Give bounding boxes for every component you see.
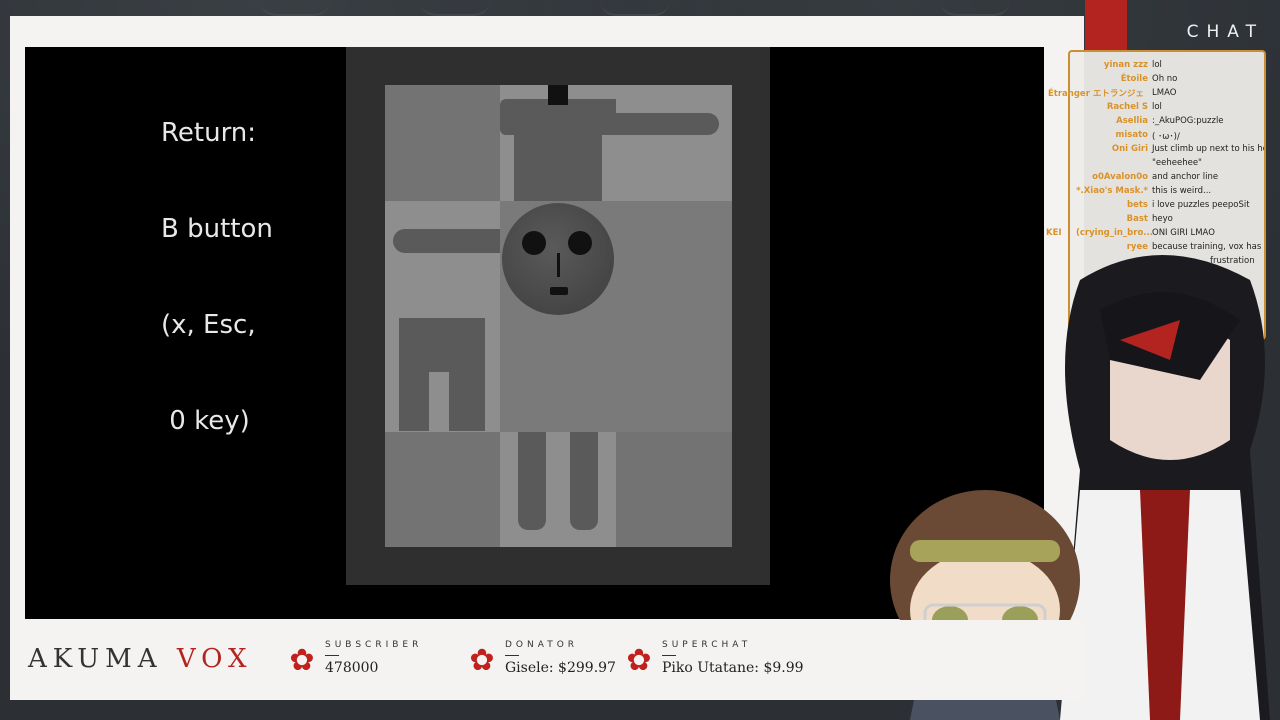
stat-divider [662,655,676,656]
puzzle-tile[interactable] [616,85,732,201]
arm-shape [393,229,500,253]
arm-shape [616,113,719,135]
chat-username: Bast [1126,214,1148,224]
stream-info-bar: AKUMA VOX ✿ SUBSCRIBER 478000 ✿ DONATOR … [10,620,1084,700]
chat-username-overflow: Étranger エトランジェ [1048,89,1144,99]
chat-banner [1085,0,1127,52]
puzzle-tile[interactable] [616,432,732,547]
stat-value: Piko Utatane: $9.99 [662,660,804,676]
stat-value: 478000 [325,660,379,676]
flower-icon: ✿ [626,643,652,678]
puzzle-tile[interactable] [385,316,500,432]
instruction-line: B button [161,214,273,244]
puzzle-tile[interactable] [500,201,616,316]
brand-second: VOX [176,644,253,674]
neck-shape [548,85,568,105]
puzzle-tile[interactable] [500,432,616,547]
stat-divider [505,655,519,656]
puzzle-tile[interactable] [500,85,616,201]
return-instructions: Return: B button (x, Esc, 0 key) [161,53,273,501]
puzzle-tile[interactable] [500,316,616,432]
chat-message: o0Avalon0o and anchor line [1070,172,1264,186]
puzzle-tile[interactable] [616,316,732,432]
chat-message: "eeheehee" [1070,158,1264,172]
chat-username: bets [1127,200,1148,210]
chat-text: lol [1152,102,1162,112]
stat-value: Gisele: $299.97 [505,660,616,676]
puzzle-panel [346,47,770,585]
leg-shape [570,432,598,530]
stat-label: SUPERCHAT [662,640,752,650]
nose-shape [557,253,560,277]
chat-username-overflow: (crying_in_bro... [1076,228,1153,238]
chat-text: i love puzzles peepoSit [1152,200,1250,210]
chat-text: heyo [1152,214,1173,224]
chat-username: Rachel S [1106,102,1148,112]
chat-username: misato [1115,130,1148,140]
chat-message: Rachel S lol [1070,102,1264,116]
chat-username: yinan zzz [1103,60,1148,70]
puzzle-tile[interactable] [616,201,732,316]
stat-divider [325,655,339,656]
instruction-line: (x, Esc, [161,310,256,340]
eye-shape [568,231,592,255]
chat-message: Asellia :_AkuPOG:puzzle [1070,116,1264,130]
chat-text: ( ･ω･)/ [1152,132,1180,142]
chat-text: Oh no [1152,74,1178,84]
eye-shape [522,231,546,255]
stat-label: SUBSCRIBER [325,640,423,650]
chat-message: *.Xiao's Mask.* this is weird... [1070,186,1264,200]
chat-message: Bast heyo [1070,214,1264,228]
chat-text: :_AkuPOG:puzzle [1152,116,1224,126]
puzzle-tile[interactable] [385,432,500,547]
chat-text: "eeheehee" [1152,158,1202,168]
chat-username: Oni Giri [1111,144,1148,154]
chat-username-overflow: KEI [1046,228,1062,238]
stat-label: DONATOR [505,640,579,650]
background-ornament [420,0,490,16]
mouth-shape [550,287,568,295]
chat-message: bets i love puzzles peepoSit [1070,200,1264,214]
chat-text: Just climb up next to his hea [1152,144,1266,154]
chat-username: *.Xiao's Mask.* [1076,186,1148,196]
background-ornament [260,0,330,16]
chat-text: ONI GIRI LMAO [1152,228,1215,238]
puzzle-board [385,85,732,547]
chat-username: o0Avalon0o [1092,172,1148,182]
chat-message: yinan zzz lol [1070,60,1264,74]
chat-username: Étoile [1120,74,1148,84]
chat-message: Étoile Oh no [1070,74,1264,88]
chat-title: CHAT [1186,22,1264,42]
channel-brand: AKUMA VOX [28,644,253,674]
leg-shape [518,432,546,530]
chat-message: misato ( ･ω･)/ [1070,130,1264,144]
legs-gap [429,372,449,431]
brand-first: AKUMA [28,644,163,674]
chat-text: lol [1152,60,1162,70]
chat-text: LMAO [1152,88,1177,98]
puzzle-tile[interactable] [385,85,500,201]
flower-icon: ✿ [289,643,315,678]
chat-username: Asellia [1116,116,1148,126]
puzzle-tile[interactable] [385,201,500,316]
background-ornament [600,0,670,16]
instruction-line: 0 key) [161,406,250,436]
torso-shape [514,105,602,201]
flower-icon: ✿ [469,643,495,678]
face-shape [502,203,614,315]
background-ornament [940,0,1010,16]
chat-text: and anchor line [1152,172,1219,182]
instruction-line: Return: [161,118,257,148]
chat-text: this is weird... [1152,186,1212,196]
chat-message: Oni Giri Just climb up next to his hea [1070,144,1266,158]
